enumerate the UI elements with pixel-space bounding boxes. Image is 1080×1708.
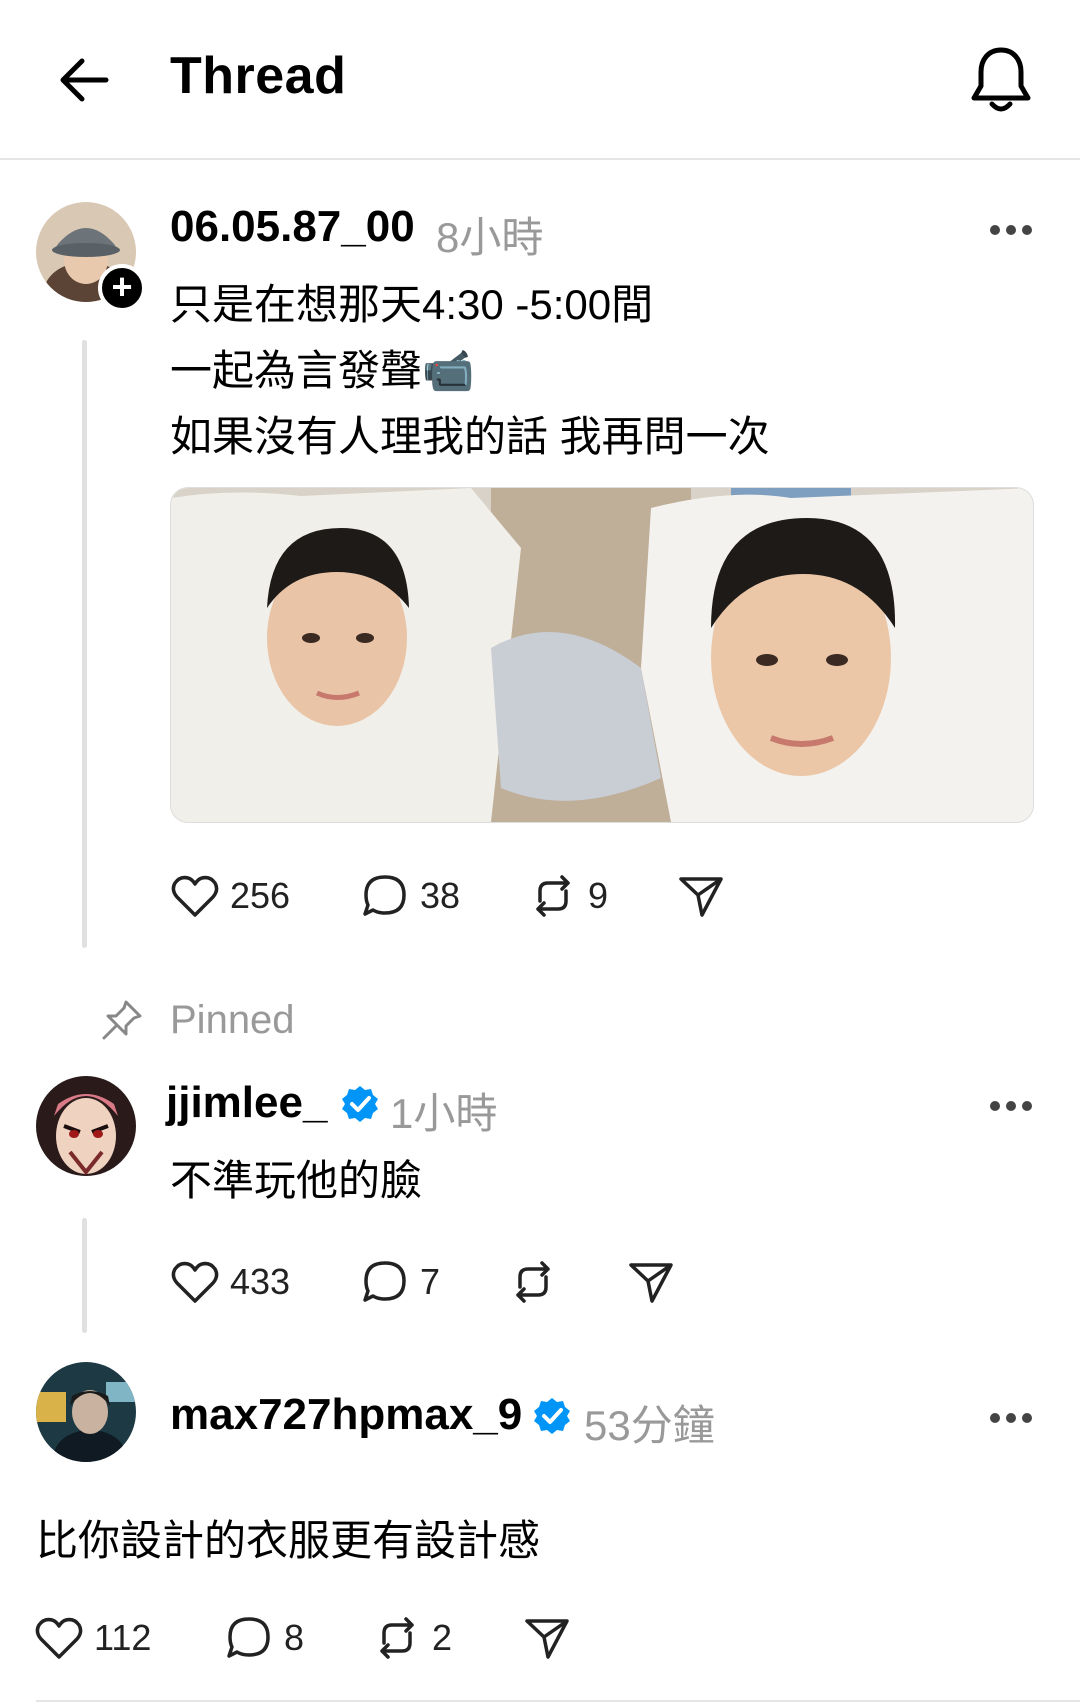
send-icon	[679, 877, 723, 917]
share-button[interactable]	[626, 1256, 676, 1308]
post-actions: 256 38 9	[170, 870, 770, 922]
comment-icon	[363, 875, 406, 916]
comment-button[interactable]: 7	[360, 1256, 440, 1308]
header-bar: Thread	[0, 0, 1080, 160]
repost-icon	[516, 1261, 550, 1303]
heart-icon	[171, 875, 219, 917]
back-button[interactable]	[56, 52, 112, 108]
reply-actions: 433 7	[170, 1256, 730, 1308]
post-more-button[interactable]	[990, 222, 1038, 242]
bell-icon	[971, 47, 1031, 112]
repost-icon	[380, 1617, 414, 1659]
repost-button[interactable]: 9	[528, 870, 608, 922]
comment-button[interactable]: 38	[360, 870, 460, 922]
post-line: 只是在想那天4:30 -5:00間	[170, 281, 654, 328]
reply-timestamp: 1小時	[390, 1090, 498, 1137]
post-timestamp: 8小時	[436, 214, 544, 261]
send-icon	[629, 1263, 673, 1303]
verified-badge-icon	[342, 1086, 378, 1122]
post-line: 如果沒有人理我的話 我再問一次	[170, 413, 770, 460]
share-button[interactable]	[676, 870, 726, 922]
like-button[interactable]: 256	[170, 870, 290, 922]
reply-actions: 112 8 2	[34, 1612, 594, 1664]
post-body: 只是在想那天4:30 -5:00間 一起為言發聲📹 如果沒有人理我的話 我再問一…	[170, 272, 770, 470]
comment-button[interactable]: 8	[224, 1612, 304, 1664]
post-author-username[interactable]: 06.05.87_00	[170, 202, 415, 252]
like-count: 112	[94, 1617, 152, 1658]
repost-count: 2	[432, 1617, 453, 1658]
pin-icon	[102, 1000, 142, 1040]
comment-icon	[227, 1617, 270, 1658]
reply-timestamp: 53分鐘	[584, 1402, 715, 1449]
thread-line	[82, 340, 87, 948]
reply-body: 不準玩他的臉	[170, 1157, 423, 1204]
notifications-button[interactable]	[968, 44, 1034, 116]
like-count: 433	[230, 1261, 291, 1302]
reply-author-avatar[interactable]	[36, 1362, 136, 1462]
follow-plus-button[interactable]: +	[98, 264, 146, 312]
comment-count: 7	[420, 1261, 441, 1302]
pinned-label: Pinned	[170, 998, 295, 1042]
page-title: Thread	[170, 47, 347, 105]
reply-author-username[interactable]: jjimlee_	[166, 1078, 327, 1128]
more-dots-icon	[990, 1101, 1000, 1111]
comment-icon	[363, 1261, 406, 1302]
send-icon	[525, 1619, 569, 1659]
like-button[interactable]: 433	[170, 1256, 290, 1308]
reply-more-button[interactable]	[990, 1410, 1038, 1430]
post-image[interactable]	[170, 487, 1034, 823]
repost-icon	[536, 875, 570, 917]
verified-badge-icon	[534, 1398, 570, 1434]
reply-more-button[interactable]	[990, 1098, 1038, 1118]
share-button[interactable]	[522, 1612, 572, 1664]
like-count: 256	[230, 875, 291, 916]
more-dots-icon	[990, 1413, 1000, 1423]
comment-count: 38	[420, 875, 461, 916]
repost-count: 9	[588, 875, 609, 916]
thread-line	[82, 1218, 87, 1333]
reply-author-username[interactable]: max727hpmax_9	[170, 1390, 522, 1440]
comment-count: 8	[284, 1617, 305, 1658]
reply-author-avatar[interactable]	[36, 1076, 136, 1176]
more-dots-icon	[990, 225, 1000, 235]
post-line: 一起為言發聲📹	[170, 347, 475, 394]
like-button[interactable]: 112	[34, 1612, 151, 1664]
repost-button[interactable]	[508, 1256, 558, 1308]
repost-button[interactable]: 2	[372, 1612, 452, 1664]
divider	[36, 1700, 1080, 1702]
heart-icon	[35, 1617, 83, 1659]
heart-icon	[171, 1261, 219, 1303]
reply-body: 比你設計的衣服更有設計感	[36, 1517, 541, 1564]
back-arrow-icon	[60, 58, 109, 102]
